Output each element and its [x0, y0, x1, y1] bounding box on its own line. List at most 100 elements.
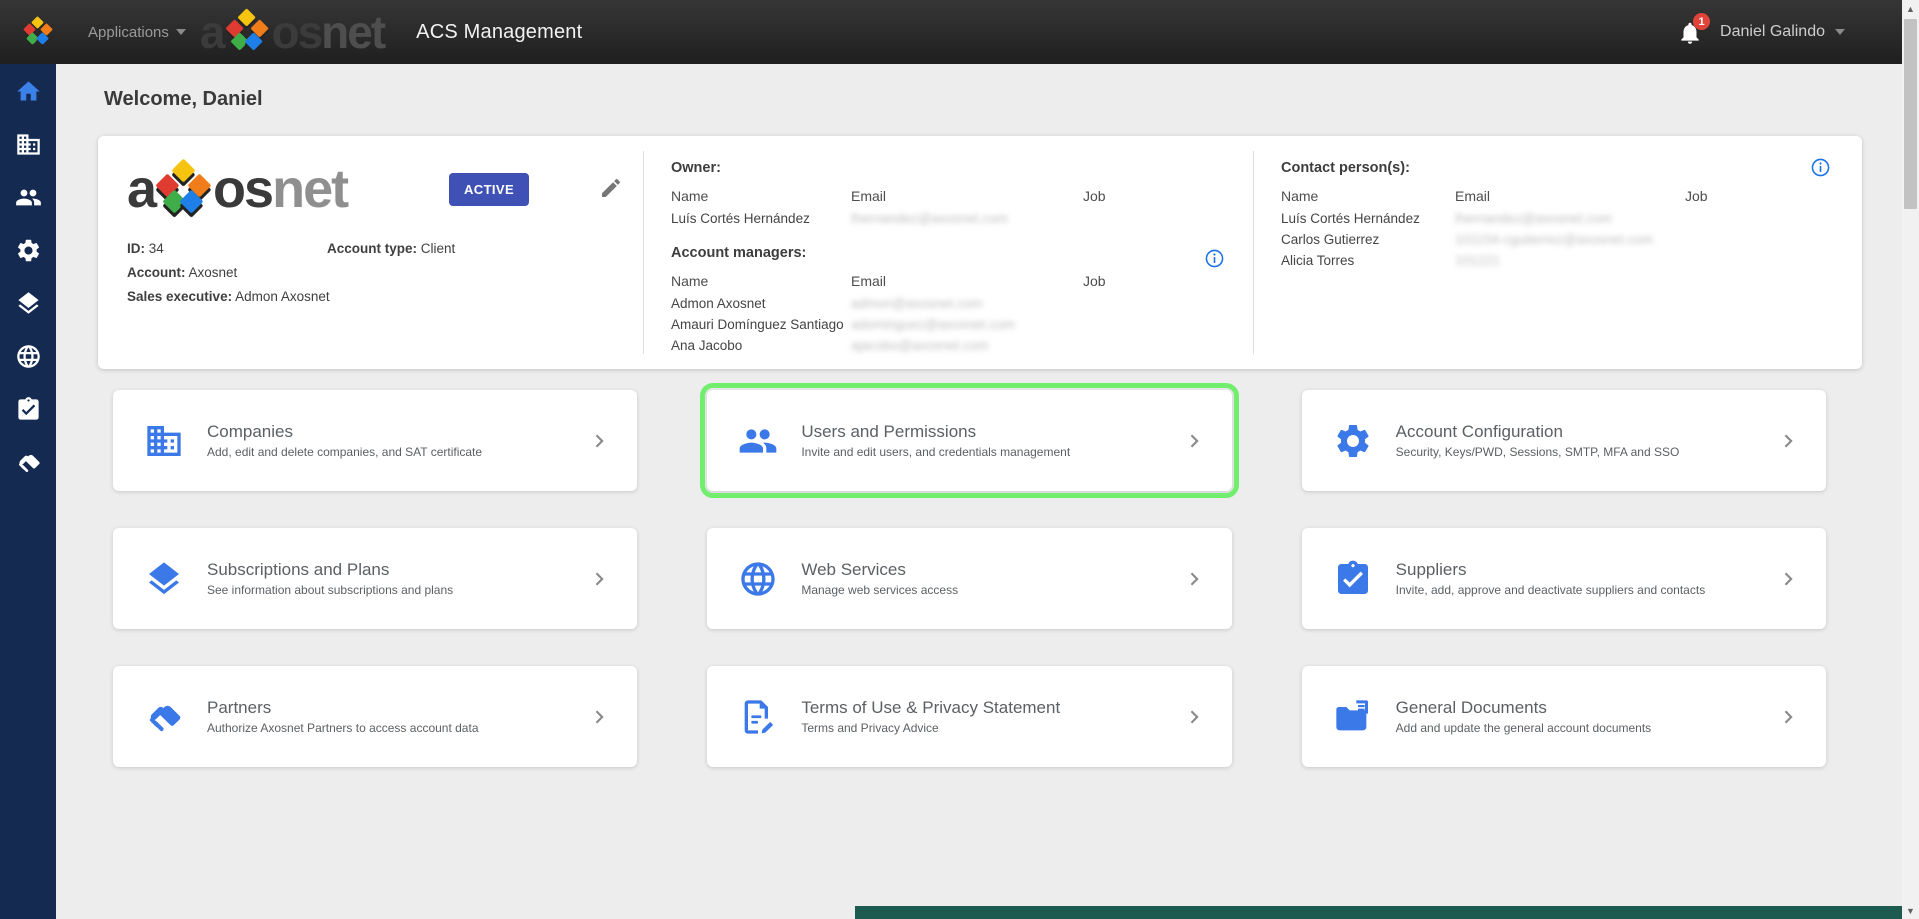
handshake-icon: [15, 449, 42, 476]
owner-managers-section: Owner: Name Email Job Luís Cortés Hernán…: [644, 136, 1253, 369]
globe-icon: [15, 343, 42, 370]
people-icon: [15, 184, 42, 211]
tile-suppliers[interactable]: Suppliers Invite, add, approve and deact…: [1302, 528, 1826, 629]
document-edit-icon: [737, 696, 779, 738]
account-value: Axosnet: [189, 265, 238, 280]
chevron-right-icon: [1182, 704, 1208, 730]
folder-document-icon: [1332, 696, 1374, 738]
chevron-right-icon: [1776, 704, 1802, 730]
account-summary-card: a os net ACTIVE ID: 34 Account type: Cli…: [98, 136, 1862, 369]
sidebar-item-subscriptions[interactable]: [14, 289, 42, 317]
table-row: Luís Cortés Hernández lhernandez@axosnet…: [671, 208, 1253, 229]
applications-menu[interactable]: Applications: [88, 24, 186, 41]
people-icon: [737, 420, 779, 462]
table-row: Admon Axosnet admon@axosnet.com: [671, 293, 1253, 314]
tile-description: See information about subscriptions and …: [207, 583, 587, 597]
left-sidebar: [0, 64, 56, 919]
scrollbar-thumb[interactable]: [1904, 19, 1917, 209]
chevron-right-icon: [1182, 566, 1208, 592]
applications-label: Applications: [88, 24, 169, 41]
id-value: 34: [149, 241, 164, 256]
tile-description: Invite and edit users, and credentials m…: [801, 445, 1181, 459]
clipboard-check-icon: [15, 396, 42, 423]
axosnet-x-logo-icon[interactable]: [23, 17, 53, 47]
account-type-label: Account type:: [327, 241, 417, 256]
redacted-email: lhernandez@axosnet.com: [1455, 208, 1685, 229]
user-menu[interactable]: Daniel Galindo: [1720, 23, 1845, 41]
app-title: ACS Management: [416, 21, 582, 44]
tile-description: Authorize Axosnet Partners to access acc…: [207, 721, 587, 735]
page-title: Welcome, Daniel: [104, 88, 1902, 111]
tile-title: Users and Permissions: [801, 422, 1181, 442]
layers-icon: [15, 290, 42, 317]
module-tiles-grid: Companies Add, edit and delete companies…: [113, 390, 1826, 767]
chevron-right-icon: [587, 566, 613, 592]
notifications-button[interactable]: 1: [1677, 17, 1707, 47]
user-name: Daniel Galindo: [1720, 23, 1825, 41]
tile-partners[interactable]: Partners Authorize Axosnet Partners to a…: [113, 666, 637, 767]
tile-account-configuration[interactable]: Account Configuration Security, Keys/PWD…: [1302, 390, 1826, 491]
tile-subscriptions-and-plans[interactable]: Subscriptions and Plans See information …: [113, 528, 637, 629]
managers-heading: Account managers:: [671, 245, 1253, 261]
table-header: Name Email Job: [671, 184, 1253, 208]
tile-title: General Documents: [1396, 698, 1776, 718]
tile-title: Subscriptions and Plans: [207, 560, 587, 580]
axosnet-x-mark-icon: [225, 10, 269, 54]
axosnet-logo: a os net: [127, 161, 449, 217]
table-row: Carlos Gutierrez 101154-cgutierrez@axosn…: [1281, 229, 1862, 250]
tile-web-services[interactable]: Web Services Manage web services access: [707, 528, 1231, 629]
sidebar-item-settings[interactable]: [14, 236, 42, 264]
table-header: Name Email Job: [1281, 184, 1862, 208]
building-icon: [15, 131, 42, 158]
axosnet-x-mark-icon: [156, 161, 212, 217]
tile-title: Suppliers: [1396, 560, 1776, 580]
redacted-email: admon@axosnet.com: [851, 293, 1083, 314]
logo-letter-net: net: [272, 162, 347, 216]
managers-info-button[interactable]: [1204, 248, 1225, 269]
footer-bar: [855, 906, 1902, 919]
tile-title: Web Services: [801, 560, 1181, 580]
chevron-right-icon: [587, 428, 613, 454]
logo-letter-os: os: [213, 162, 272, 216]
axosnet-watermark-logo: a os net: [200, 9, 384, 55]
tile-title: Terms of Use & Privacy Statement: [801, 698, 1181, 718]
redacted-email: adominguez@axosnet.com: [851, 314, 1083, 335]
chevron-right-icon: [1776, 566, 1802, 592]
tile-terms-of-use[interactable]: Terms of Use & Privacy Statement Terms a…: [707, 666, 1231, 767]
globe-icon: [737, 558, 779, 600]
sales-executive-value: Admon Axosnet: [235, 289, 330, 304]
tile-general-documents[interactable]: General Documents Add and update the gen…: [1302, 666, 1826, 767]
redacted-email: 101154-cgutierrez@axosnet.com: [1455, 229, 1685, 250]
notification-badge: 1: [1693, 13, 1710, 30]
edit-account-button[interactable]: [599, 176, 625, 202]
clipboard-check-icon: [1332, 558, 1374, 600]
sales-executive-label: Sales executive:: [127, 289, 232, 304]
scroll-down-arrow-icon[interactable]: ▼: [1902, 902, 1919, 919]
table-row: Luís Cortés Hernández lhernandez@axosnet…: [1281, 208, 1862, 229]
scrollbar[interactable]: ▲ ▼: [1902, 0, 1919, 919]
table-row: Alicia Torres 101221: [1281, 250, 1862, 271]
info-icon: [1810, 157, 1831, 178]
tile-users-and-permissions[interactable]: Users and Permissions Invite and edit us…: [707, 390, 1231, 491]
sidebar-item-companies[interactable]: [14, 130, 42, 158]
id-label: ID:: [127, 241, 145, 256]
layers-icon: [143, 558, 185, 600]
scroll-up-arrow-icon[interactable]: ▲: [1902, 0, 1919, 17]
contacts-info-button[interactable]: [1810, 157, 1831, 178]
sidebar-item-partners[interactable]: [14, 448, 42, 476]
chevron-right-icon: [1776, 428, 1802, 454]
status-badge: ACTIVE: [449, 173, 529, 206]
tile-companies[interactable]: Companies Add, edit and delete companies…: [113, 390, 637, 491]
sidebar-item-home[interactable]: [14, 77, 42, 105]
tile-description: Security, Keys/PWD, Sessions, SMTP, MFA …: [1396, 445, 1776, 459]
table-header: Name Email Job: [671, 269, 1253, 293]
redacted-email: ajacobo@axosnet.com: [851, 335, 1083, 356]
sidebar-item-web-services[interactable]: [14, 342, 42, 370]
logo-letter-os: os: [271, 9, 321, 55]
tile-description: Terms and Privacy Advice: [801, 721, 1181, 735]
table-row: Ana Jacobo ajacobo@axosnet.com: [671, 335, 1253, 356]
chevron-down-icon: [1835, 29, 1845, 35]
chevron-down-icon: [176, 29, 186, 35]
sidebar-item-suppliers[interactable]: [14, 395, 42, 423]
sidebar-item-users[interactable]: [14, 183, 42, 211]
